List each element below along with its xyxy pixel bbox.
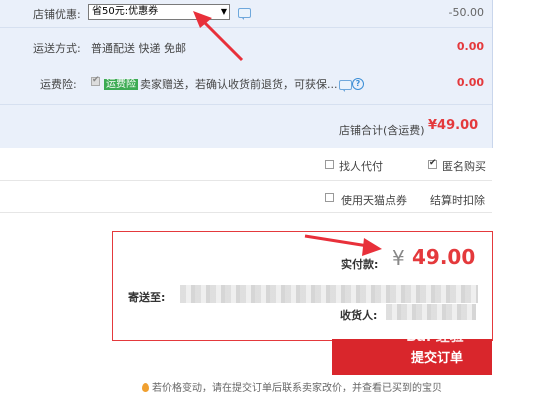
annotation-arrows: [193, 11, 382, 256]
arrow-to-discount-select: [193, 11, 244, 62]
arrow-to-paid-amount: [304, 234, 382, 256]
